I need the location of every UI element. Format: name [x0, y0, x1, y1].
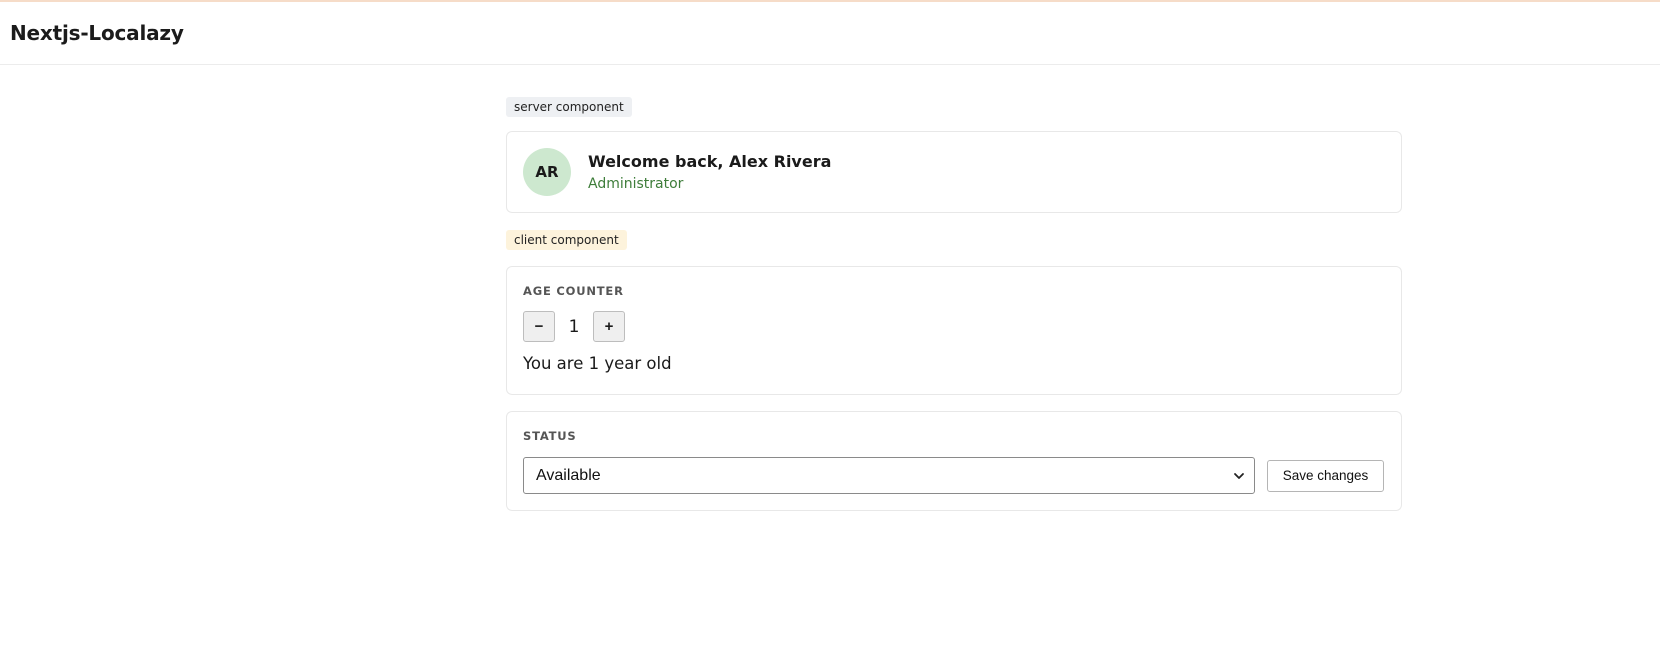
status-card: STATUS Available Save changes [506, 411, 1402, 511]
app-header: Nextjs-Localazy [0, 2, 1660, 65]
counter-row: − 1 + [523, 311, 1385, 342]
chevron-down-icon [1234, 473, 1244, 479]
age-counter-card: AGE COUNTER − 1 + You are 1 year old [506, 266, 1402, 395]
client-component-tag: client component [506, 230, 627, 250]
user-role: Administrator [588, 176, 684, 192]
status-label: STATUS [523, 429, 577, 443]
client-tag-wrap: client component [506, 229, 1402, 250]
increment-button[interactable]: + [593, 311, 625, 342]
status-row: Available Save changes [523, 457, 1385, 494]
welcome-message: Welcome back, Alex Rivera [588, 152, 832, 171]
app-title: Nextjs-Localazy [10, 21, 184, 45]
avatar: AR [523, 148, 571, 196]
status-select[interactable]: Available [523, 457, 1255, 494]
counter-value: 1 [568, 316, 580, 337]
profile-card: AR Welcome back, Alex Rivera Administrat… [506, 131, 1402, 213]
save-changes-button[interactable]: Save changes [1267, 459, 1384, 492]
decrement-button[interactable]: − [523, 311, 555, 342]
profile-text: Welcome back, Alex Rivera Administrator [588, 152, 831, 192]
server-component-tag: server component [506, 97, 632, 117]
main-content: server component AR Welcome back, Alex R… [506, 96, 1402, 511]
age-counter-label: AGE COUNTER [523, 284, 624, 298]
status-selected-value: Available [536, 466, 601, 484]
age-sentence: You are 1 year old [523, 354, 672, 373]
